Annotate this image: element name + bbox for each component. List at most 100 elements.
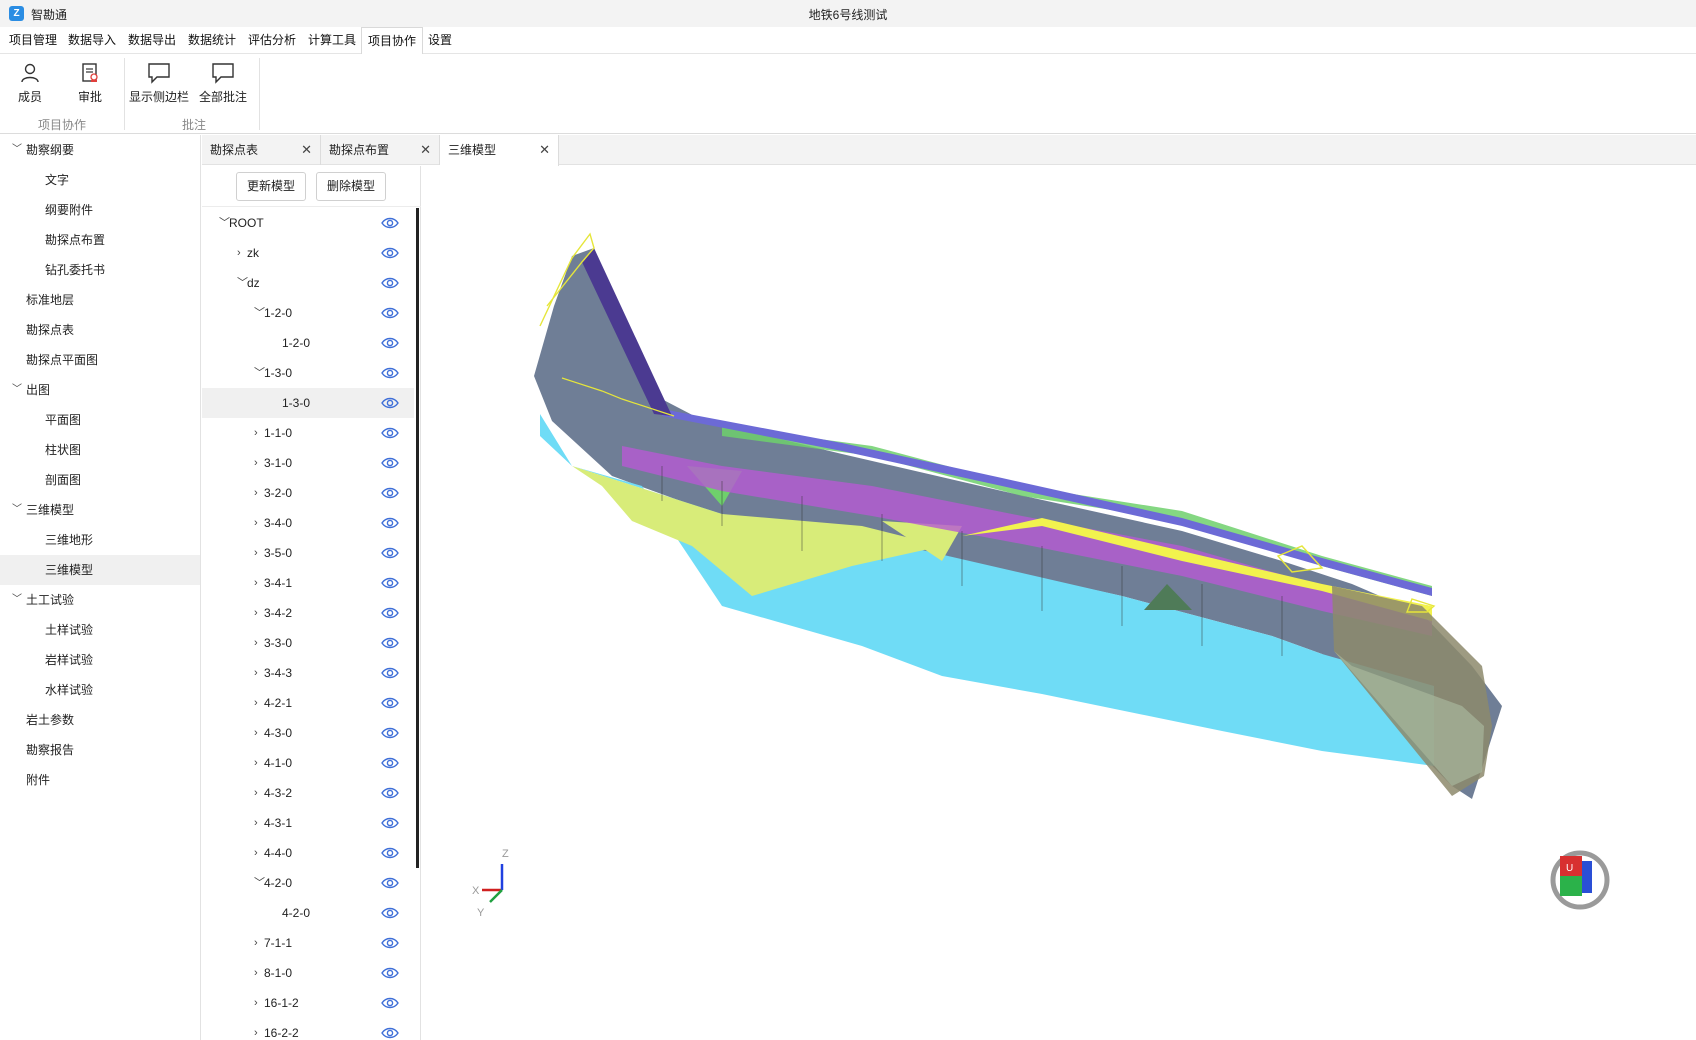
close-icon[interactable]: ✕ — [301, 135, 312, 165]
update-model-button[interactable]: 更新模型 — [236, 172, 307, 201]
tab-3d-model[interactable]: 三维模型 ✕ — [440, 135, 559, 166]
chevron-down-icon[interactable]: ﹀ — [12, 495, 22, 525]
nav-item-outline-attachments[interactable]: 纲要附件 — [0, 195, 200, 225]
tree-node[interactable]: › 4-3-1 — [202, 808, 414, 838]
menu-project-management[interactable]: 项目管理 — [8, 27, 58, 54]
chevron-right-icon[interactable]: › — [254, 958, 258, 988]
eye-icon[interactable] — [381, 457, 399, 469]
eye-icon[interactable] — [381, 307, 399, 319]
nav-item-geotech-test[interactable]: ﹀ 土工试验 — [0, 585, 200, 615]
tab-point-layout[interactable]: 勘探点布置 ✕ — [321, 135, 440, 165]
chevron-right-icon[interactable]: › — [254, 568, 258, 598]
chevron-right-icon[interactable]: › — [254, 988, 258, 1018]
chevron-down-icon[interactable]: ﹀ — [12, 585, 22, 615]
nav-item-water-test[interactable]: 水样试验 — [0, 675, 200, 705]
tree-node[interactable]: ﹀ 1-3-0 — [202, 358, 414, 388]
eye-icon[interactable] — [381, 547, 399, 559]
chevron-right-icon[interactable]: › — [254, 628, 258, 658]
eye-icon[interactable] — [381, 277, 399, 289]
tree-node[interactable]: › 4-2-1 — [202, 688, 414, 718]
nav-item-standard-strata[interactable]: 标准地层 — [0, 285, 200, 315]
menu-evaluation[interactable]: 评估分析 — [247, 27, 297, 54]
chevron-right-icon[interactable]: › — [254, 688, 258, 718]
tree-node[interactable]: › 4-4-0 — [202, 838, 414, 868]
nav-item-point-plan[interactable]: 勘探点平面图 — [0, 345, 200, 375]
nav-item-point-layout[interactable]: 勘探点布置 — [0, 225, 200, 255]
tree-node[interactable]: › 4-3-2 — [202, 778, 414, 808]
nav-item-3d-model[interactable]: 三维模型 — [0, 555, 200, 585]
nav-item-plan-view[interactable]: 平面图 — [0, 405, 200, 435]
eye-icon[interactable] — [381, 697, 399, 709]
tree-node[interactable]: › 3-4-1 — [202, 568, 414, 598]
eye-icon[interactable] — [381, 607, 399, 619]
tree-node[interactable]: › 3-4-2 — [202, 598, 414, 628]
nav-item-survey-report[interactable]: 勘察报告 — [0, 735, 200, 765]
members-button[interactable]: 成员 — [0, 62, 60, 112]
menu-collaboration[interactable]: 项目协作 — [361, 27, 424, 55]
tree-node[interactable]: › 3-4-3 — [202, 658, 414, 688]
nav-item-drawings[interactable]: ﹀ 出图 — [0, 375, 200, 405]
close-icon[interactable]: ✕ — [420, 135, 431, 165]
chevron-right-icon[interactable]: › — [254, 748, 258, 778]
nav-item-drill-commission[interactable]: 钻孔委托书 — [0, 255, 200, 285]
delete-model-button[interactable]: 删除模型 — [316, 172, 387, 201]
eye-icon[interactable] — [381, 937, 399, 949]
nav-item-geotech-params[interactable]: 岩土参数 — [0, 705, 200, 735]
menu-data-statistics[interactable]: 数据统计 — [187, 27, 237, 54]
chevron-right-icon[interactable]: › — [254, 538, 258, 568]
tree-node[interactable]: › 7-1-1 — [202, 928, 414, 958]
tree-node[interactable]: › 3-4-0 — [202, 508, 414, 538]
eye-icon[interactable] — [381, 577, 399, 589]
eye-icon[interactable] — [381, 637, 399, 649]
chevron-right-icon[interactable]: › — [254, 928, 258, 958]
eye-icon[interactable] — [381, 847, 399, 859]
nav-item-section-view[interactable]: 剖面图 — [0, 465, 200, 495]
chevron-right-icon[interactable]: › — [254, 508, 258, 538]
nav-item-attachments[interactable]: 附件 — [0, 765, 200, 795]
chevron-right-icon[interactable]: › — [254, 718, 258, 748]
nav-item-3d-terrain[interactable]: 三维地形 — [0, 525, 200, 555]
3d-model-canvas[interactable]: Z X Y U — [422, 166, 1696, 1040]
eye-icon[interactable] — [381, 967, 399, 979]
menu-calc-tools[interactable]: 计算工具 — [307, 27, 357, 54]
all-notes-button[interactable]: 全部批注 — [193, 62, 253, 112]
eye-icon[interactable] — [381, 367, 399, 379]
chevron-down-icon[interactable]: ﹀ — [12, 375, 22, 405]
eye-icon[interactable] — [381, 817, 399, 829]
eye-icon[interactable] — [381, 427, 399, 439]
eye-icon[interactable] — [381, 907, 399, 919]
tree-node[interactable]: ﹀ dz — [202, 268, 414, 298]
nav-item-soil-test[interactable]: 土样试验 — [0, 615, 200, 645]
menu-data-import[interactable]: 数据导入 — [67, 27, 117, 54]
menu-data-export[interactable]: 数据导出 — [127, 27, 177, 54]
3d-viewport[interactable]: Z X Y U — [422, 166, 1696, 1040]
tree-node[interactable]: › 8-1-0 — [202, 958, 414, 988]
nav-item-column-chart[interactable]: 柱状图 — [0, 435, 200, 465]
tree-node[interactable]: › 16-2-2 — [202, 1018, 414, 1040]
navigation-cube[interactable]: U — [1550, 850, 1610, 910]
eye-icon[interactable] — [381, 487, 399, 499]
tree-node[interactable]: › 1-1-0 — [202, 418, 414, 448]
chevron-right-icon[interactable]: › — [254, 658, 258, 688]
tree-node[interactable]: › 3-3-0 — [202, 628, 414, 658]
approve-button[interactable]: 审批 — [60, 62, 120, 112]
chevron-right-icon[interactable]: › — [254, 418, 258, 448]
nav-item-rock-test[interactable]: 岩样试验 — [0, 645, 200, 675]
eye-icon[interactable] — [381, 787, 399, 799]
tree-node[interactable]: › 3-5-0 — [202, 538, 414, 568]
chevron-right-icon[interactable]: › — [254, 808, 258, 838]
chevron-right-icon[interactable]: › — [254, 838, 258, 868]
tab-point-table[interactable]: 勘探点表 ✕ — [202, 135, 321, 165]
tree-node[interactable]: ﹀ 4-2-0 — [202, 868, 414, 898]
tree-node[interactable]: › 16-1-2 — [202, 988, 414, 1018]
nav-item-point-table[interactable]: 勘探点表 — [0, 315, 200, 345]
nav-item-text[interactable]: 文字 — [0, 165, 200, 195]
eye-icon[interactable] — [381, 517, 399, 529]
tree-node[interactable]: › 3-1-0 — [202, 448, 414, 478]
eye-icon[interactable] — [381, 397, 399, 409]
eye-icon[interactable] — [381, 217, 399, 229]
chevron-right-icon[interactable]: › — [254, 1018, 258, 1040]
tree-scrollbar[interactable] — [416, 208, 419, 868]
nav-item-3d-model-group[interactable]: ﹀ 三维模型 — [0, 495, 200, 525]
tree-node[interactable]: 1-3-0 — [202, 388, 414, 418]
